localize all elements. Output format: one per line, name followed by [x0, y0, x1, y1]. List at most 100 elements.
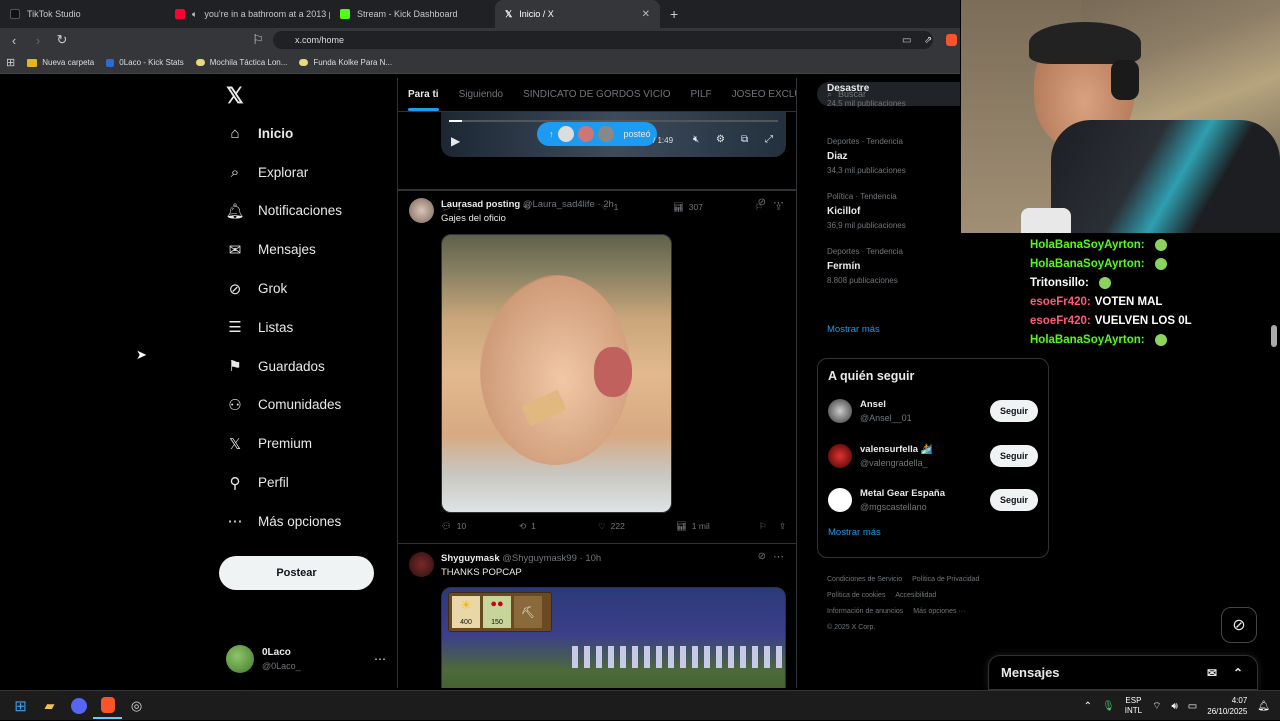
- post-button[interactable]: Postear: [219, 556, 374, 590]
- author-handle[interactable]: @Laura_sad4life: [523, 199, 595, 210]
- tab-2[interactable]: SINDICATO DE GORDOS VICIO: [523, 89, 670, 100]
- cast-icon[interactable]: ▭: [902, 35, 911, 46]
- footer-link[interactable]: Condiciones de Servicio: [827, 576, 902, 583]
- wifi-icon[interactable]: ⌔: [1152, 700, 1161, 713]
- footer-link[interactable]: Política de Privacidad: [912, 576, 979, 583]
- nav-item-notificaciones[interactable]: 🔔︎ Notificaciones: [218, 192, 393, 231]
- play-icon[interactable]: ▶: [451, 134, 460, 148]
- post-image-game[interactable]: ☀ 400 ●● 150 ⛏: [441, 587, 786, 688]
- footer-link[interactable]: Accesibilidad: [895, 592, 936, 599]
- follow-button[interactable]: Seguir: [989, 444, 1038, 467]
- nav-item-grok[interactable]: ⊘ Grok: [218, 269, 393, 308]
- post-laurasad[interactable]: Laurasad posting @Laura_sad4life · 2h Ga…: [398, 190, 796, 544]
- bookmark-button[interactable]: ⚐: [759, 521, 779, 532]
- tab-youtube[interactable]: 🔈︎ you're in a bathroom at a 2013 pa: [165, 0, 330, 28]
- follow-suggestion[interactable]: Ansel @Ansel__01 Seguir: [818, 389, 1048, 434]
- obs-icon[interactable]: ◎: [122, 693, 151, 719]
- trend-item[interactable]: Desastre 24,5 mil publicaciones: [827, 82, 960, 137]
- follow-suggestion[interactable]: valensurfella 🏄 @valengradella_ Seguir: [818, 434, 1048, 479]
- tab-x-home[interactable]: 𝕏 Inicio / X ✕: [495, 0, 660, 28]
- brave-icon[interactable]: [93, 693, 122, 719]
- forward-icon[interactable]: ›: [28, 33, 48, 48]
- new-tab-button[interactable]: +: [670, 6, 678, 22]
- tab-1[interactable]: Siguiendo: [459, 89, 503, 100]
- author-name[interactable]: Shyguymask: [441, 553, 500, 564]
- share-icon[interactable]: ⇗: [924, 35, 932, 46]
- new-message-icon[interactable]: ✉: [1207, 666, 1217, 680]
- nav-item-mensajes[interactable]: ✉ Mensajes: [218, 230, 393, 269]
- follow-show-more[interactable]: Mostrar más: [818, 523, 1048, 542]
- bookmark-kick-stats[interactable]: 0Laco - Kick Stats: [106, 58, 184, 67]
- reply-button[interactable]: 💬︎ 10: [441, 521, 519, 532]
- x-home-logo-icon[interactable]: 𝕏: [218, 78, 393, 114]
- grok-icon[interactable]: ⊘: [758, 197, 766, 208]
- follow-button[interactable]: Seguir: [989, 400, 1038, 423]
- more-icon[interactable]: ⋯: [374, 652, 386, 666]
- footer-link[interactable]: © 2025 X Corp.: [827, 624, 875, 631]
- tab-4[interactable]: JOSEO EXCLUSIVO: [732, 89, 796, 100]
- bookmark-nueva-carpeta[interactable]: Nueva carpeta: [27, 58, 94, 67]
- avatar[interactable]: [409, 198, 434, 223]
- trend-item[interactable]: Deportes · Tendencia Fermín 8.808 publicac…: [827, 247, 960, 302]
- trend-item[interactable]: Política · Tendencia Kicillof 36,9 mil pub…: [827, 192, 960, 247]
- post-image[interactable]: [441, 234, 672, 513]
- account-switcher[interactable]: 0Laco @0Laco_ ⋯: [226, 643, 386, 675]
- expand-icon[interactable]: ⌃: [1233, 666, 1243, 680]
- grok-icon[interactable]: ⊘: [758, 551, 766, 562]
- discord-icon[interactable]: [64, 693, 93, 719]
- video-player[interactable]: ▶ ↑ posteó / 1:49 🔇︎ ⚙ ⧉ ⤢: [441, 112, 786, 157]
- nav-item-guardados[interactable]: ⚑ Guardados: [218, 347, 393, 386]
- footer-link[interactable]: Más opciones ···: [913, 608, 965, 615]
- close-tab-icon[interactable]: ✕: [642, 9, 650, 20]
- settings-icon[interactable]: ⚙: [716, 134, 725, 145]
- pip-icon[interactable]: ⧉: [741, 134, 748, 145]
- battery-icon[interactable]: ▭: [1188, 701, 1197, 712]
- brave-shield-icon[interactable]: [946, 34, 957, 46]
- url-field[interactable]: x.com/home: [273, 31, 933, 49]
- clock[interactable]: 4:07 26/10/2025: [1207, 695, 1247, 717]
- more-icon[interactable]: ⋯: [773, 196, 784, 209]
- bookmark-mochila[interactable]: Mochila Táctica Lon...: [195, 58, 287, 67]
- footer-link[interactable]: Información de anuncios: [827, 608, 903, 615]
- author-handle[interactable]: @Shyguymask99: [502, 553, 577, 564]
- language-indicator[interactable]: ESP INTL: [1125, 696, 1142, 716]
- volume-icon[interactable]: 🔊︎: [1171, 701, 1177, 712]
- reload-icon[interactable]: ↻: [52, 32, 72, 48]
- back-icon[interactable]: ‹: [4, 33, 24, 48]
- nav-item-inicio[interactable]: ⌂ Inicio: [218, 114, 393, 153]
- microphone-icon[interactable]: 🎙︎: [1102, 701, 1115, 712]
- bookmark-funda[interactable]: Funda Kolke Para N...: [299, 58, 392, 67]
- nav-item-premium[interactable]: 𝕏 Premium: [218, 424, 393, 463]
- notification-bell-icon[interactable]: 🔔︎: [1257, 701, 1270, 712]
- repost-button[interactable]: ⟲ 1: [519, 521, 598, 532]
- bookmark-page-icon[interactable]: ⚐: [248, 32, 268, 48]
- nav-item-más-opciones[interactable]: ⋯ Más opciones: [218, 502, 393, 541]
- footer-link[interactable]: Política de cookies: [827, 592, 885, 599]
- nav-item-explorar[interactable]: ⌕ Explorar: [218, 153, 393, 192]
- follow-suggestion[interactable]: Metal Gear España @mgscastellano Seguir: [818, 478, 1048, 523]
- windows-start-icon[interactable]: ⊞: [6, 693, 35, 719]
- more-icon[interactable]: ⋯: [773, 550, 784, 563]
- like-button[interactable]: ♡ 222: [598, 521, 676, 532]
- author-name[interactable]: Laurasad posting: [441, 199, 520, 210]
- post-shyguymask[interactable]: Shyguymask @Shyguymask99 · 10h THANKS PO…: [398, 544, 796, 688]
- follow-button[interactable]: Seguir: [989, 489, 1038, 512]
- tab-kick[interactable]: Stream - Kick Dashboard: [330, 0, 495, 28]
- speaker-icon[interactable]: 🔈︎: [192, 9, 197, 20]
- views-button[interactable]: 📊︎ 1 mil: [676, 521, 759, 532]
- avatar[interactable]: [409, 552, 434, 577]
- share-button[interactable]: ⇪: [779, 521, 786, 532]
- messages-drawer[interactable]: Mensajes ✉ ⌃: [988, 655, 1258, 690]
- posted-pill[interactable]: ↑ posteó: [537, 122, 657, 146]
- grok-fab[interactable]: ⊘: [1221, 607, 1257, 643]
- nav-item-perfil[interactable]: ⚲ Perfil: [218, 463, 393, 502]
- tab-3[interactable]: PILF: [691, 89, 712, 100]
- mute-icon[interactable]: 🔇︎: [693, 134, 699, 145]
- chevron-up-icon[interactable]: ⌃: [1084, 701, 1092, 712]
- fullscreen-icon[interactable]: ⤢: [765, 134, 773, 145]
- nav-item-listas[interactable]: ☰ Listas: [218, 308, 393, 347]
- file-explorer-icon[interactable]: ▰: [35, 693, 64, 719]
- post-video[interactable]: ▶ ↑ posteó / 1:49 🔇︎ ⚙ ⧉ ⤢ 💬︎ 1 ⟲ ♡ 1 📊︎ 30…: [398, 112, 796, 212]
- apps-grid-icon[interactable]: ⊞: [6, 56, 15, 69]
- scrollbar-thumb[interactable]: [1271, 325, 1277, 347]
